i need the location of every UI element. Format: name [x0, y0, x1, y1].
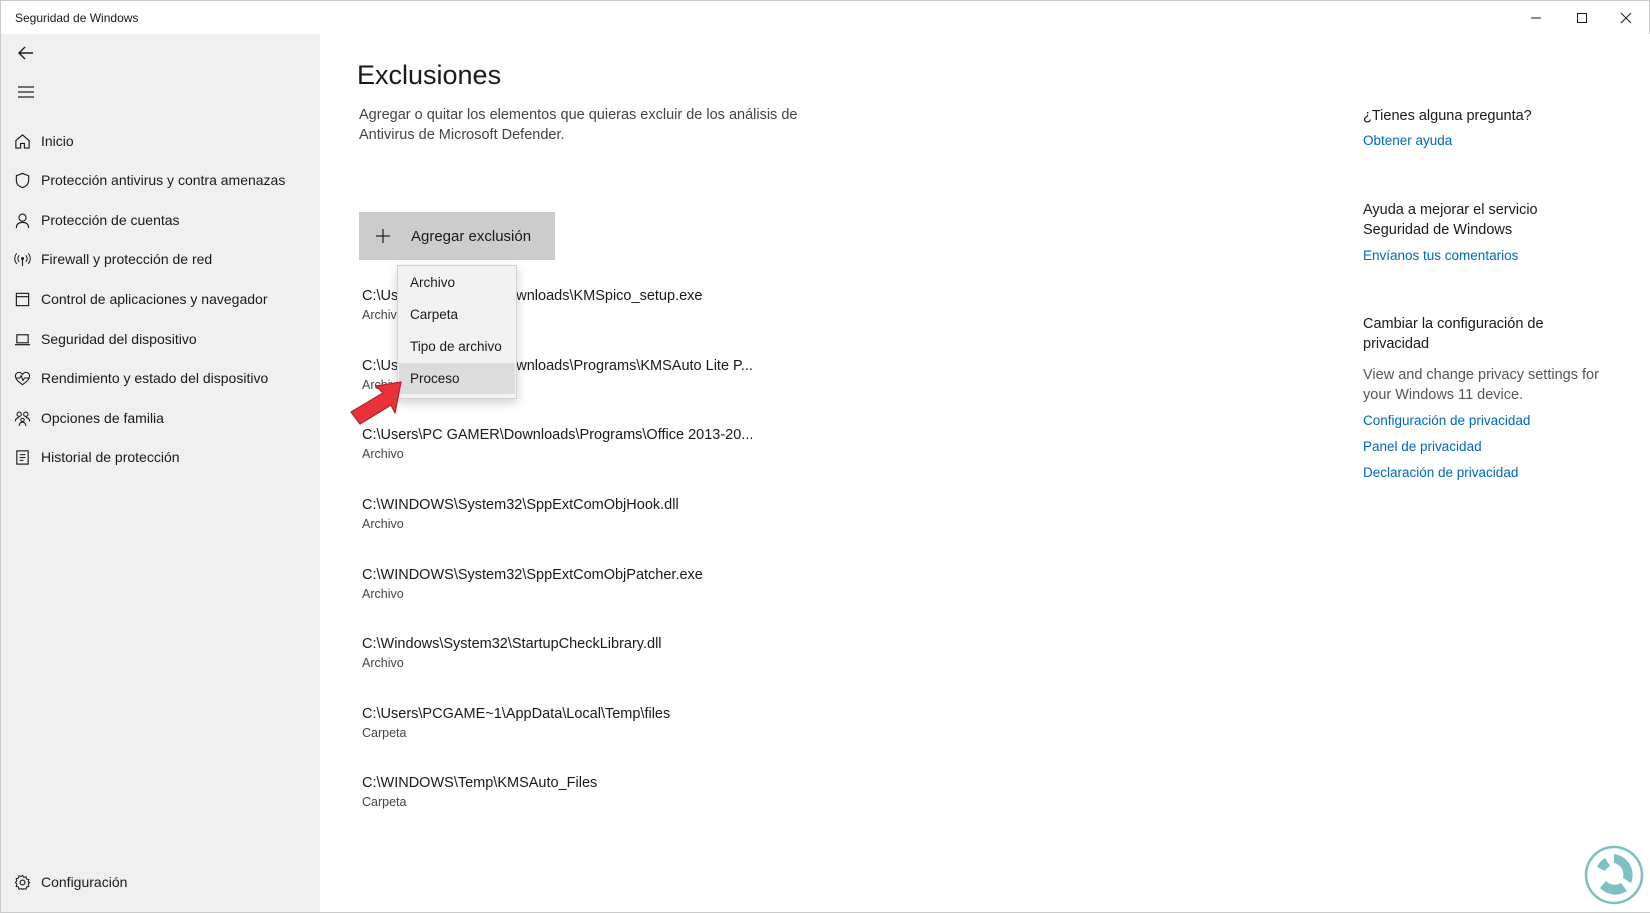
sidebar-item-label: Opciones de familia [41, 410, 164, 426]
exclusion-item[interactable]: C:\WINDOWS\System32\SppExtComObjPatcher.… [362, 567, 703, 601]
exclusion-type-menu: Archivo Carpeta Tipo de archivo Proceso [397, 265, 517, 399]
sidebar-item-label: Protección de cuentas [41, 212, 180, 228]
exclusion-item[interactable]: C:\Windows\System32\StartupCheckLibrary.… [362, 636, 662, 670]
sidebar-item-label: Control de aplicaciones y navegador [41, 291, 268, 307]
plus-icon [375, 228, 401, 244]
question-heading: ¿Tienes alguna pregunta? [1363, 108, 1532, 124]
sidebar-item-antivirus[interactable]: Protección antivirus y contra amenazas [1, 161, 320, 199]
close-button[interactable] [1603, 1, 1649, 35]
exclusion-type: Carpeta [362, 726, 407, 740]
sidebar-item-cuentas[interactable]: Protección de cuentas [1, 201, 320, 239]
back-button[interactable] [11, 38, 41, 68]
exclusion-type: Carpeta [362, 795, 407, 809]
maximize-icon [1577, 13, 1587, 23]
sidebar-item-aplicaciones[interactable]: Control de aplicaciones y navegador [1, 280, 320, 318]
sidebar-item-inicio[interactable]: Inicio [1, 122, 320, 160]
pointer-arrow-icon [350, 381, 402, 425]
watermark-logo-icon [1584, 845, 1644, 905]
antenna-icon [1, 251, 41, 268]
maximize-button[interactable] [1559, 1, 1605, 35]
exclusion-type: Archivo [362, 587, 404, 601]
menu-item-carpeta[interactable]: Carpeta [399, 299, 515, 330]
exclusion-item[interactable]: C:\Users\PC GAMER\Downloads\Programs\Off… [362, 427, 753, 461]
sidebar-item-familia[interactable]: Opciones de familia [1, 399, 320, 437]
page-description: Agregar o quitar los elementos que quier… [359, 107, 798, 143]
title-bar: Seguridad de Windows [1, 1, 1649, 35]
exclusion-type: Archivo [362, 517, 404, 531]
minimize-button[interactable] [1513, 1, 1559, 35]
get-help-link[interactable]: Obtener ayuda [1363, 133, 1452, 148]
hamburger-icon [18, 86, 34, 98]
history-icon [1, 449, 41, 466]
close-icon [1620, 12, 1632, 24]
person-icon [1, 212, 41, 229]
privacy-settings-link[interactable]: Configuración de privacidad [1363, 413, 1530, 428]
exclusion-item[interactable]: C:\WINDOWS\Temp\KMSAuto_Files Carpeta [362, 775, 597, 809]
window-title: Seguridad de Windows [15, 11, 139, 25]
minimize-icon [1531, 17, 1541, 19]
privacy-dashboard-link[interactable]: Panel de privacidad [1363, 439, 1482, 454]
sidebar: Inicio Protección antivirus y contra ame… [1, 34, 320, 912]
add-exclusion-button[interactable]: Agregar exclusión [359, 212, 555, 260]
laptop-icon [1, 331, 41, 348]
exclusion-type: Archivo [362, 656, 404, 670]
exclusion-path: C:\Users\PC GAMER\Downloads\Programs\Off… [362, 427, 754, 443]
exclusion-path: C:\Windows\System32\StartupCheckLibrary.… [362, 636, 662, 652]
exclusion-item[interactable]: C:\WINDOWS\System32\SppExtComObjHook.dll… [362, 497, 679, 531]
improve-heading: Ayuda a mejorar el servicio Seguridad de… [1363, 202, 1538, 238]
add-exclusion-label: Agregar exclusión [411, 227, 532, 245]
menu-item-proceso[interactable]: Proceso [399, 363, 515, 394]
sidebar-item-historial[interactable]: Historial de protección [1, 438, 320, 476]
shield-icon [1, 172, 41, 189]
privacy-text: View and change privacy settings for you… [1363, 367, 1599, 403]
exclusion-path: C:\WINDOWS\Temp\KMSAuto_Files [362, 775, 598, 791]
sidebar-item-label: Firewall y protección de red [41, 251, 213, 267]
family-icon [1, 410, 41, 427]
sidebar-item-configuracion[interactable]: Configuración [1, 863, 320, 901]
settings-label: Configuración [41, 874, 128, 890]
main-content: Exclusiones Agregar o quitar los element… [320, 34, 1650, 912]
sidebar-item-label: Rendimiento y estado del dispositivo [41, 370, 269, 386]
sidebar-item-rendimiento[interactable]: Rendimiento y estado del dispositivo [1, 359, 320, 397]
menu-item-archivo[interactable]: Archivo [399, 267, 515, 298]
privacy-statement-link[interactable]: Declaración de privacidad [1363, 465, 1518, 480]
exclusion-path: C:\WINDOWS\System32\SppExtComObjHook.dll [362, 497, 679, 513]
heart-pulse-icon [1, 370, 41, 387]
back-arrow-icon [18, 46, 33, 60]
privacy-heading: Cambiar la configuración de privacidad [1363, 316, 1544, 352]
menu-toggle-button[interactable] [11, 77, 41, 107]
sidebar-item-dispositivo[interactable]: Seguridad del dispositivo [1, 320, 320, 358]
sidebar-item-label: Historial de protección [41, 449, 180, 465]
page-title: Exclusiones [357, 60, 502, 90]
app-browser-icon [1, 291, 41, 308]
home-icon [1, 133, 41, 150]
exclusion-path: C:\WINDOWS\System32\SppExtComObjPatcher.… [362, 567, 703, 583]
gear-icon [1, 874, 41, 891]
sidebar-item-label: Inicio [41, 133, 74, 149]
exclusion-path: C:\Users\PCGAME~1\AppData\Local\Temp\fil… [362, 706, 671, 722]
menu-item-tipo-de-archivo[interactable]: Tipo de archivo [399, 331, 515, 362]
exclusion-type: Archivo [362, 447, 404, 461]
app-window: Seguridad de Windows Inicio Protección a… [0, 0, 1650, 913]
sidebar-item-firewall[interactable]: Firewall y protección de red [1, 240, 320, 278]
sidebar-item-label: Seguridad del dispositivo [41, 331, 197, 347]
sidebar-item-label: Protección antivirus y contra amenazas [41, 172, 286, 188]
feedback-link[interactable]: Envíanos tus comentarios [1363, 248, 1518, 263]
exclusion-item[interactable]: C:\Users\PCGAME~1\AppData\Local\Temp\fil… [362, 706, 670, 740]
